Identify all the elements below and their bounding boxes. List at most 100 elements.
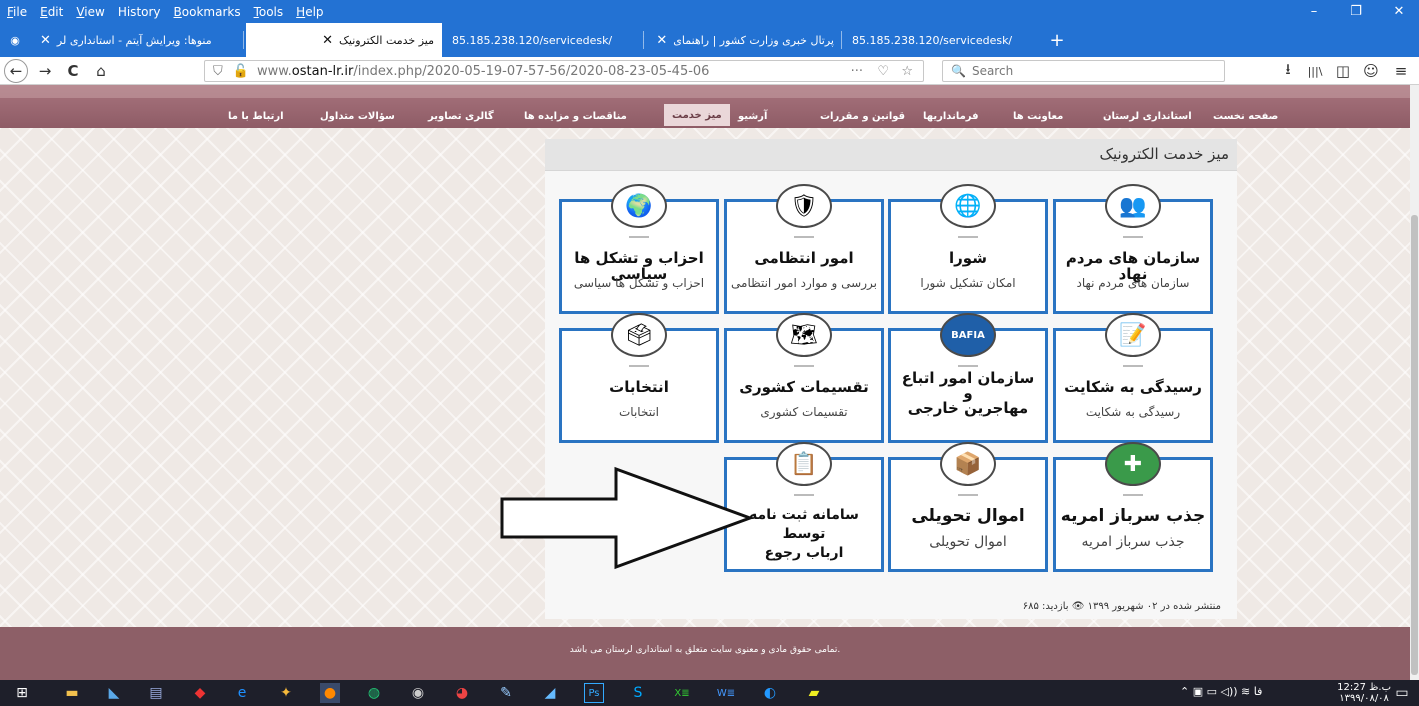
- pocket-icon[interactable]: ♡: [877, 64, 889, 79]
- card-political-parties[interactable]: 🌍 احزاب و تشکل ها سیاسی احزاب و تشکل ها …: [559, 184, 719, 314]
- skype-icon[interactable]: S: [628, 683, 648, 703]
- card-police-affairs[interactable]: 🛡 امور انتظامی بررسی و موارد امور انتظام…: [724, 184, 884, 314]
- file-explorer-icon[interactable]: ▬: [62, 683, 82, 703]
- card-complaints[interactable]: 📝 رسیدگی به شکایت رسیدگی به شکایت: [1053, 313, 1213, 443]
- card-elections[interactable]: 🗳 انتخابات انتخابات: [559, 313, 719, 443]
- new-tab-button[interactable]: +: [1042, 23, 1072, 57]
- system-tray[interactable]: ⌃ ▣ ▭ ◁)) ≋ فا: [1180, 685, 1262, 698]
- excel-icon[interactable]: X≣: [672, 683, 692, 703]
- nav-service-desk[interactable]: میز خدمت: [664, 104, 730, 126]
- tracking-shield-icon[interactable]: ⛉: [213, 64, 223, 79]
- winrar-icon[interactable]: ▰: [804, 683, 824, 703]
- tab-close-icon[interactable]: ✕: [322, 33, 333, 48]
- card-title: رسیدگی به شکایت: [1064, 378, 1202, 396]
- parties-icon: 🌍: [611, 184, 667, 228]
- downloads-icon[interactable]: ⭳: [1275, 59, 1301, 83]
- nav-contact[interactable]: ارتباط با ما: [220, 105, 292, 127]
- page-scrollbar[interactable]: [1410, 85, 1419, 680]
- police-emblem-icon: 🛡: [776, 184, 832, 228]
- nav-tenders[interactable]: مناقصات و مزایده ها: [516, 105, 635, 127]
- menu-tools[interactable]: Tools: [254, 5, 284, 19]
- card-council[interactable]: 🌐 شورا امکان تشکیل شورا: [888, 184, 1048, 314]
- sidebar-icon[interactable]: ◫: [1330, 59, 1356, 83]
- nav-faq[interactable]: سؤالات متداول: [312, 105, 403, 127]
- firefox-icon[interactable]: ●: [320, 683, 340, 703]
- forward-button[interactable]: →: [32, 59, 58, 83]
- start-icon[interactable]: ⊞: [12, 683, 32, 703]
- nav-home[interactable]: صفحه نخست: [1205, 105, 1286, 127]
- menu-history[interactable]: History: [118, 5, 161, 19]
- app-icon-1[interactable]: ◣: [104, 683, 124, 703]
- nav-governorate[interactable]: استانداری لرستان: [1095, 105, 1200, 127]
- ballot-box-icon: 🗳: [611, 313, 667, 357]
- tab-menus-edit[interactable]: ✕ منوها: ویرایش آیتم - استانداری لر: [32, 23, 244, 57]
- card-country-divisions[interactable]: 🗺 تقسیمات کشوری تقسیمات کشوری: [724, 313, 884, 443]
- restore-button[interactable]: ❐: [1336, 0, 1376, 23]
- card-soldier-recruitment[interactable]: ✚ جذب سرباز امریه جذب سرباز امریه: [1053, 442, 1213, 572]
- card-ngo[interactable]: 👥 سازمان های مردم نهاد سازمان های مردم ن…: [1053, 184, 1213, 314]
- tab-close-icon[interactable]: ✕: [656, 33, 667, 48]
- card-title: شورا: [949, 249, 987, 267]
- minimize-button[interactable]: –: [1294, 0, 1334, 23]
- word-icon[interactable]: W≣: [716, 683, 736, 703]
- menu-file[interactable]: File: [7, 5, 27, 19]
- menu-bookmarks[interactable]: Bookmarks: [174, 5, 241, 19]
- app-icon-9[interactable]: ◐: [760, 683, 780, 703]
- nav-governorships[interactable]: فرمانداریها: [915, 105, 987, 127]
- bookmark-star-icon[interactable]: ☆: [901, 64, 913, 79]
- tab-servicedesk-ip-2[interactable]: 85.185.238.120/servicedesk/ ✕: [844, 23, 1040, 57]
- header-banner: [0, 85, 1410, 98]
- library-icon[interactable]: |||\: [1302, 59, 1328, 83]
- card-title: اموال تحویلی: [911, 506, 1025, 526]
- internet-explorer-icon[interactable]: e: [232, 683, 252, 703]
- nav-gallery[interactable]: گالری تصاویر: [420, 105, 502, 127]
- clock[interactable]: 12:27 ب.ظ ۱۳۹۹/۰۸/۰۸: [1337, 682, 1391, 704]
- clock-date: ۱۳۹۹/۰۸/۰۸: [1339, 693, 1389, 704]
- site-nav: صفحه نخست استانداری لرستان معاونت ها فرم…: [0, 85, 1410, 128]
- menu-icon[interactable]: ≡: [1388, 59, 1414, 83]
- app-icon-3[interactable]: ◆: [190, 683, 210, 703]
- home-button[interactable]: ⌂: [88, 59, 114, 83]
- tab-label: 85.185.238.120/servicedesk/: [452, 33, 613, 47]
- card-subtitle: امکان تشکیل شورا: [920, 276, 1016, 290]
- menu-edit[interactable]: Edit: [40, 5, 63, 19]
- url-prefix: www.: [256, 63, 292, 79]
- card-title: سازمان امور اتباع و مهاجرین خارجی: [901, 369, 1035, 417]
- photoshop-icon[interactable]: Ps: [584, 683, 604, 703]
- page-actions-icon[interactable]: ···: [851, 64, 863, 79]
- url-bar[interactable]: ⛉ 🔓 www. ostan-lr.ir/index.php/2020-05-19…: [204, 60, 924, 82]
- card-subtitle: بررسی و موارد امور انتظامی: [731, 276, 877, 290]
- app-icon-4[interactable]: ✦: [276, 683, 296, 703]
- insecure-lock-icon[interactable]: 🔓: [233, 64, 249, 79]
- search-input[interactable]: 🔍 Search: [942, 60, 1225, 82]
- account-icon[interactable]: ☺: [1358, 59, 1384, 83]
- tab-close-icon[interactable]: ✕: [40, 33, 51, 48]
- url-path: /index.php/2020-05-19-07-57-56/2020-08-2…: [353, 63, 710, 79]
- nav-deputies[interactable]: معاونت ها: [1005, 105, 1071, 127]
- nav-laws[interactable]: قوانین و مقررات: [812, 105, 913, 127]
- app-icon-6[interactable]: ◉: [408, 683, 428, 703]
- app-icon-5[interactable]: ◍: [364, 683, 384, 703]
- back-button[interactable]: ←: [4, 59, 28, 83]
- menu-view[interactable]: View: [76, 5, 104, 19]
- app-icon-8[interactable]: ◢: [540, 683, 560, 703]
- firefox-view-icon[interactable]: ◉: [0, 23, 30, 57]
- notifications-icon[interactable]: ▭: [1392, 683, 1412, 703]
- menu-help[interactable]: Help: [296, 5, 323, 19]
- chrome-icon[interactable]: ◕: [452, 683, 472, 703]
- scrollbar-thumb[interactable]: [1411, 215, 1418, 675]
- app-icon-2[interactable]: ▤: [146, 683, 166, 703]
- soldier-icon: ✚: [1105, 442, 1161, 486]
- tab-service-desk[interactable]: ✕ میز خدمت الکترونیک: [246, 23, 442, 57]
- card-foreign-nationals[interactable]: BAFIA سازمان امور اتباع و مهاجرین خارجی: [888, 313, 1048, 443]
- language-indicator[interactable]: فا: [1254, 685, 1263, 698]
- card-subtitle: سازمان های مردم نهاد: [1076, 276, 1190, 290]
- tab-interior-portal[interactable]: ✕ پرتال خبری وزارت کشور | راهنمای: [646, 23, 842, 57]
- reload-button[interactable]: C: [60, 59, 86, 83]
- close-window-button[interactable]: ✕: [1379, 0, 1419, 23]
- tab-servicedesk-ip[interactable]: 85.185.238.120/servicedesk/ ✕: [444, 23, 644, 57]
- card-title: تقسیمات کشوری: [739, 378, 869, 396]
- card-delivered-property[interactable]: 📦 اموال تحویلی اموال تحویلی: [888, 442, 1048, 572]
- app-icon-7[interactable]: ✎: [496, 683, 516, 703]
- nav-archive[interactable]: آرشیو: [730, 105, 775, 127]
